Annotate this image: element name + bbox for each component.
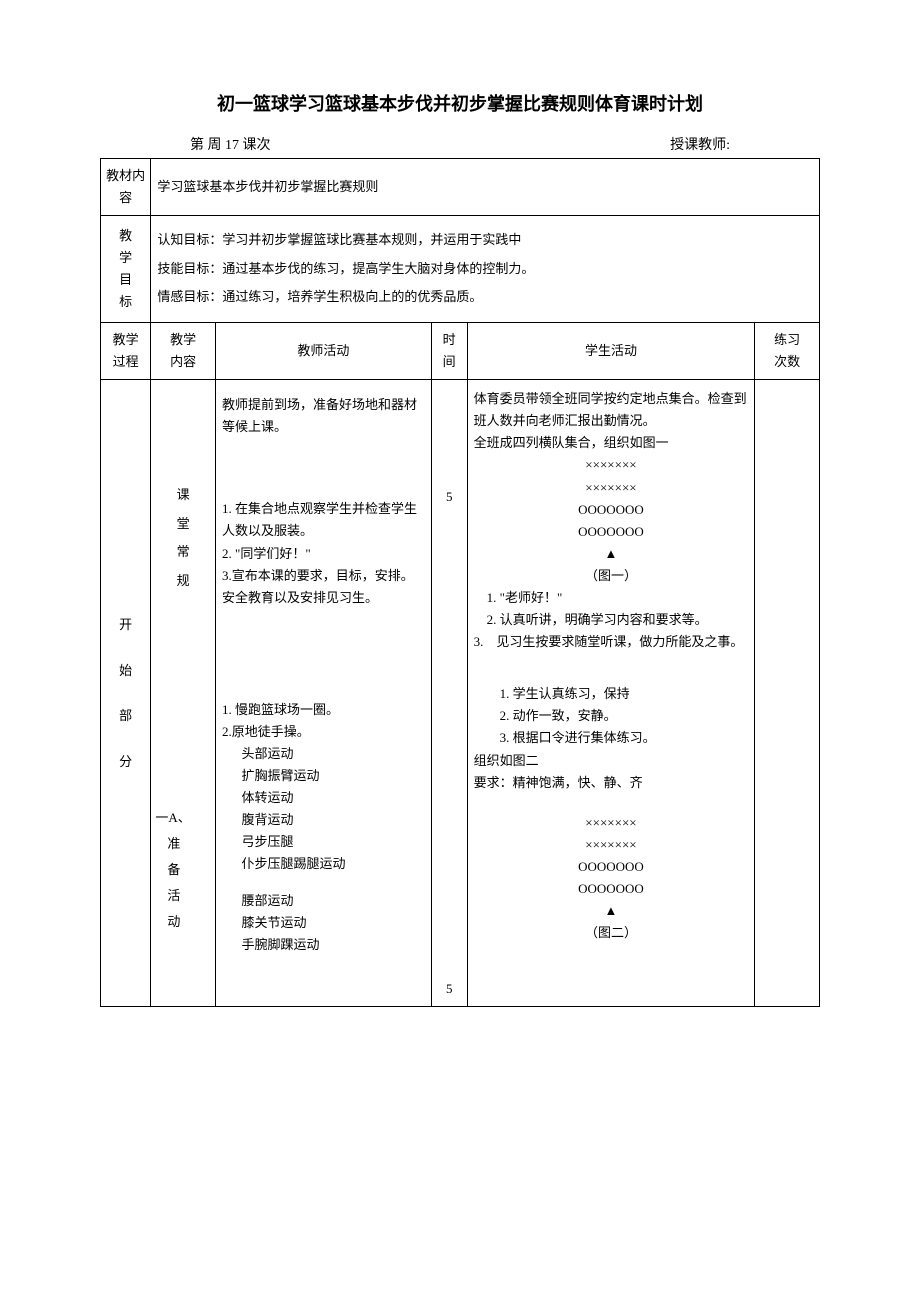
teacher-b1-i1: 1. 在集合地点观察学生并检查学生人数以及服装。 — [222, 498, 425, 542]
page-title: 初一篮球学习篮球基本步伐并初步掌握比赛规则体育课时计划 — [100, 90, 820, 116]
d2-l4: OOOOOOO — [474, 878, 749, 900]
c2-l2: 备 — [155, 857, 213, 883]
c1-l2: 堂 — [153, 510, 213, 539]
d2-cap: （图二） — [474, 922, 749, 944]
teacher-b1-i3: 3.宣布本课的要求，目标，安排。 — [222, 565, 425, 587]
lesson-plan-table: 教材内 容 学习篮球基本步伐并初步掌握比赛规则 教 学 目 标 认知目标：学习并… — [100, 158, 820, 1007]
ex-abback: 腹背运动 — [222, 809, 425, 831]
stu-org: 组织如图二 — [474, 750, 749, 772]
stu-i2: 2. 认真听讲，明确学习内容和要求等。 — [474, 609, 749, 631]
col-process: 教学 过程 — [101, 322, 151, 379]
ex-lunge: 弓步压腿 — [222, 831, 425, 853]
material-label: 教材内 容 — [101, 159, 151, 216]
teacher-b2-i1: 1. 慢跑篮球场一圈。 — [222, 699, 425, 721]
c1-l3: 常 — [153, 538, 213, 567]
d2-l2: ××××××× — [474, 834, 749, 856]
d2-l5: ▲ — [474, 900, 749, 922]
c2-l3: 活 — [155, 883, 213, 909]
goal-affective: 情感目标：通过练习，培养学生积极向上的的优秀品质。 — [157, 283, 813, 312]
col-reps: 练习 次数 — [755, 322, 820, 379]
start-content-cell: 课 堂 常 规 一A、 准 备 活 动 — [151, 380, 216, 1007]
c2-l1: 准 — [155, 831, 213, 857]
time-cell: 5 5 — [431, 380, 467, 1007]
row-material: 教材内 容 学习篮球基本步伐并初步掌握比赛规则 — [101, 159, 820, 216]
d1-l2: ××××××× — [474, 477, 749, 499]
col-time: 时 间 — [431, 322, 467, 379]
c2-l0: 一A、 — [155, 805, 213, 831]
c1-l1: 课 — [153, 481, 213, 510]
ex-knee: 膝关节运动 — [222, 912, 425, 934]
proc-l4: 分 — [103, 739, 148, 785]
header-row: 第 周 17 课次 授课教师: — [100, 134, 820, 154]
ex-chest: 扩胸振臂运动 — [222, 765, 425, 787]
ex-waist: 腰部运动 — [222, 890, 425, 912]
teacher-b1-i4: 安全教育以及安排见习生。 — [222, 587, 425, 609]
stu-p1: 体育委员带领全班同学按约定地点集合。检查到班人数并向老师汇报出勤情况。 — [474, 388, 749, 432]
goals-values: 认知目标：学习并初步掌握篮球比赛基本规则，并运用于实践中 技能目标：通过基本步伐… — [151, 216, 820, 323]
row-goals: 教 学 目 标 认知目标：学习并初步掌握篮球比赛基本规则，并运用于实践中 技能目… — [101, 216, 820, 323]
warmup-label: 一A、 准 备 活 动 — [153, 805, 213, 935]
d1-cap: （图一） — [474, 565, 749, 587]
time-2: 5 — [436, 978, 463, 1000]
start-proc-label: 开 始 部 分 — [101, 380, 151, 1007]
c1-l4: 规 — [153, 567, 213, 596]
col-teacher: 教师活动 — [216, 322, 432, 379]
material-label-l2: 容 — [119, 190, 132, 205]
ex-pubu: 仆步压腿踢腿运动 — [222, 853, 425, 875]
goal-skill: 技能目标：通过基本步伐的练习，提高学生大脑对身体的控制力。 — [157, 255, 813, 284]
d1-l5: ▲ — [474, 543, 749, 565]
row-start-section: 开 始 部 分 课 堂 常 规 一A、 准 备 活 动 教师提前到场，准备好场地… — [101, 380, 820, 1007]
teacher-b1-i2: 2. "同学们好！" — [222, 543, 425, 565]
d1-l3: OOOOOOO — [474, 499, 749, 521]
ex-twist: 体转运动 — [222, 787, 425, 809]
row-column-headers: 教学 过程 教学 内容 教师活动 时 间 学生活动 练习 次数 — [101, 322, 820, 379]
goal-cognitive: 认知目标：学习并初步掌握篮球比赛基本规则，并运用于实践中 — [157, 226, 813, 255]
proc-l3: 部 — [103, 693, 148, 739]
col-student: 学生活动 — [467, 322, 755, 379]
stu-b2-i2: 2. 动作一致，安静。 — [474, 705, 749, 727]
c2-l4: 动 — [155, 909, 213, 935]
goals-label-l1: 教 — [103, 225, 148, 247]
proc-l1: 开 — [103, 602, 148, 648]
goals-label-l2: 学 — [103, 247, 148, 269]
teacher-activity-cell: 教师提前到场，准备好场地和器材等候上课。 1. 在集合地点观察学生并检查学生人数… — [216, 380, 432, 1007]
routine-label: 课 堂 常 规 — [153, 481, 213, 595]
d1-l4: OOOOOOO — [474, 521, 749, 543]
d1-l1: ××××××× — [474, 454, 749, 476]
stu-b2-i1: 1. 学生认真练习，保持 — [474, 683, 749, 705]
goals-label-l4: 标 — [103, 291, 148, 313]
stu-req: 要求：精神饱满，快、静、齐 — [474, 772, 749, 794]
material-value: 学习篮球基本步伐并初步掌握比赛规则 — [151, 159, 820, 216]
goals-label-l3: 目 — [103, 269, 148, 291]
col-content: 教学 内容 — [151, 322, 216, 379]
ex-head: 头部运动 — [222, 743, 425, 765]
ex-wrist: 手腕脚踝运动 — [222, 934, 425, 956]
stu-i1: 1. "老师好！" — [474, 587, 749, 609]
stu-i3: 3. 见习生按要求随堂听课，做力所能及之事。 — [474, 631, 749, 653]
goals-label: 教 学 目 标 — [101, 216, 151, 323]
material-label-l1: 教材内 — [106, 168, 145, 183]
reps-cell — [755, 380, 820, 1007]
d2-l1: ××××××× — [474, 812, 749, 834]
student-activity-cell: 体育委员带领全班同学按约定地点集合。检查到班人数并向老师汇报出勤情况。 全班成四… — [467, 380, 755, 1007]
proc-l2: 始 — [103, 648, 148, 694]
teacher-b1-p1: 教师提前到场，准备好场地和器材等候上课。 — [222, 394, 425, 438]
time-1: 5 — [436, 486, 463, 508]
teacher-label: 授课教师: — [670, 134, 730, 154]
teacher-b2-i2: 2.原地徒手操。 — [222, 721, 425, 743]
stu-b2-i3: 3. 根据口令进行集体练习。 — [474, 727, 749, 749]
d2-l3: OOOOOOO — [474, 856, 749, 878]
stu-p2: 全班成四列横队集合，组织如图一 — [474, 432, 749, 454]
week-lesson: 第 周 17 课次 — [190, 134, 271, 154]
